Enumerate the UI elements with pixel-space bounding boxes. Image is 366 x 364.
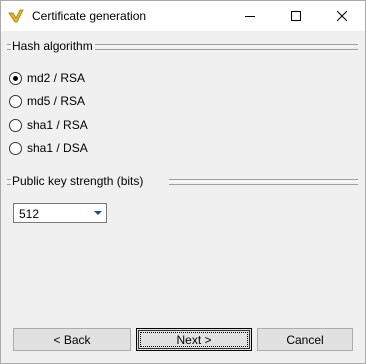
minimize-icon [245,16,255,17]
certificate-dialog: Certificate generation Hash algorithm md… [0,0,366,364]
radio-md2-rsa[interactable]: md2 / RSA [9,70,85,86]
back-button[interactable]: < Back [13,328,131,351]
minimize-button[interactable] [227,1,273,31]
radio-md5-rsa[interactable]: md5 / RSA [9,93,85,109]
next-button-label: Next > [176,332,212,347]
radio-button[interactable] [9,94,22,108]
key-strength-select[interactable]: 512 [13,203,107,223]
chevron-down-icon [94,211,102,215]
radio-label: sha1 / DSA [27,141,88,155]
next-button[interactable]: Next > [136,328,252,351]
key-strength-value: 512 [19,207,40,221]
radio-label: sha1 / RSA [27,118,88,132]
cancel-button-label: Cancel [286,332,324,347]
maximize-button[interactable] [273,1,319,31]
cancel-button[interactable]: Cancel [257,328,353,351]
group-divider [7,179,11,185]
group-divider [7,44,11,50]
back-button-label: < Back [53,332,91,347]
radio-button-checked[interactable] [9,71,22,85]
key-strength-label: Public key strength (bits) [12,174,146,188]
hash-algorithm-label: Hash algorithm [12,39,95,53]
radio-sha1-dsa[interactable]: sha1 / DSA [9,140,88,156]
close-icon [337,11,347,21]
checkmark-logo-icon [8,9,24,23]
title-bar[interactable]: Certificate generation [1,1,365,31]
maximize-icon [291,11,301,21]
window-title: Certificate generation [32,9,147,23]
radio-button[interactable] [9,141,22,155]
radio-button[interactable] [9,118,22,132]
radio-label: md5 / RSA [27,94,86,108]
group-divider [169,179,358,185]
group-divider [91,44,358,50]
radio-label: md2 / RSA [27,71,86,85]
radio-sha1-rsa[interactable]: sha1 / RSA [9,117,88,133]
close-button[interactable] [319,1,365,31]
